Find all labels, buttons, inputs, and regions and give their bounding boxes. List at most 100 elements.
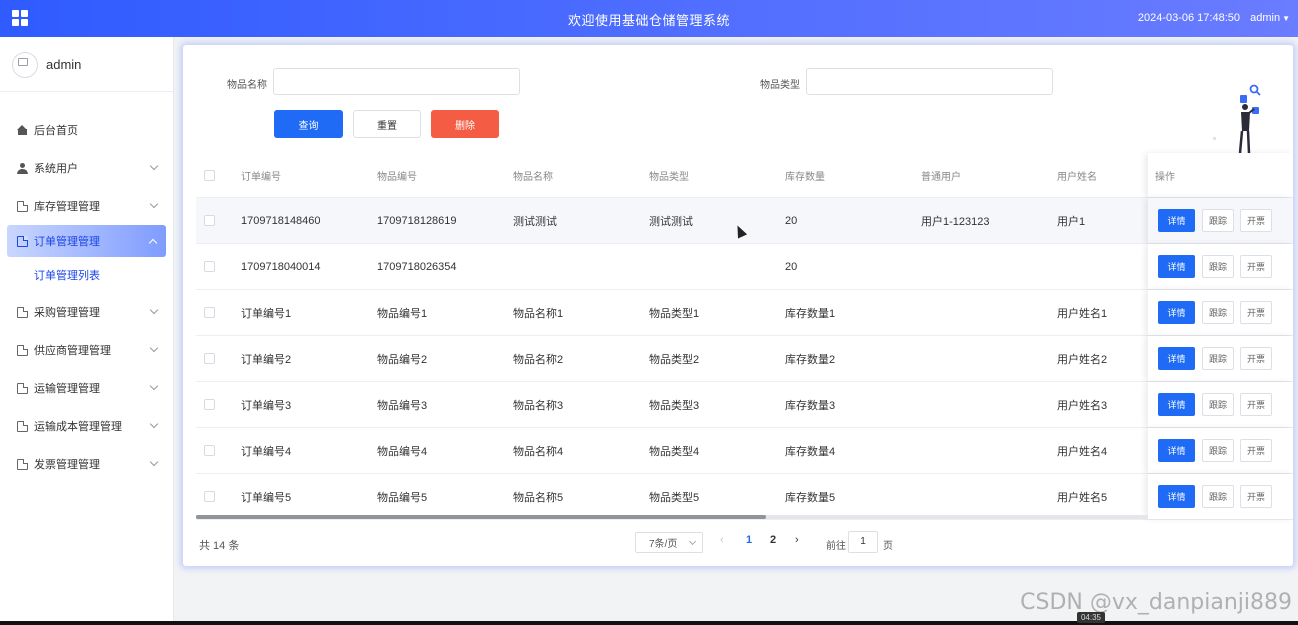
sidebar-item-transport-cost[interactable]: 运输成本管理管理 [0, 407, 173, 445]
sidebar-item-inventory[interactable]: 库存管理管理 [0, 187, 173, 225]
document-icon [17, 382, 28, 394]
cell-regular-user: 用户1-123123 [921, 215, 990, 228]
row-checkbox[interactable] [204, 261, 215, 272]
detail-button[interactable]: 详情 [1158, 485, 1195, 508]
page-size-select[interactable]: 7条/页 [635, 532, 703, 553]
cell-item-type: 测试测试 [649, 215, 693, 228]
chevron-down-icon [149, 199, 159, 209]
sidebar-username: admin [46, 57, 82, 72]
chevron-down-icon [149, 161, 159, 171]
cell-order-no: 1709718148460 [241, 214, 321, 227]
chevron-down-icon [149, 381, 159, 391]
document-icon [17, 420, 28, 432]
table-row[interactable]: 1709718040014 1709718026354 20 详情 跟踪 开票 [196, 244, 1293, 290]
sidebar-item-orders[interactable]: 订单管理管理 [7, 225, 166, 257]
sidebar-item-suppliers[interactable]: 供应商管理管理 [0, 331, 173, 369]
col-header-order-no: 订单编号 [241, 171, 281, 183]
track-button[interactable]: 跟踪 [1202, 485, 1234, 508]
chevron-down-icon [149, 305, 159, 315]
cell-item-name: 物品名称1 [513, 307, 564, 320]
table-row[interactable]: 订单编号5 物品编号5 物品名称5 物品类型5 库存数量5 用户姓名5 详情 跟踪 开票 [196, 474, 1293, 520]
chevron-down-icon [688, 537, 697, 546]
page-2-button[interactable]: 2 [770, 534, 776, 546]
next-page-button[interactable]: › [795, 534, 799, 546]
invoice-button[interactable]: 开票 [1240, 347, 1272, 370]
row-checkbox[interactable] [204, 215, 215, 226]
sidebar-item-label: 发票管理管理 [34, 459, 100, 471]
sidebar-item-label: 系统用户 [34, 163, 78, 175]
select-all-checkbox[interactable] [204, 169, 215, 181]
invoice-button[interactable]: 开票 [1240, 255, 1272, 278]
cell-item-no: 物品编号3 [377, 399, 428, 412]
row-checkbox[interactable] [204, 353, 215, 364]
cell-user-name: 用户姓名3 [1057, 399, 1108, 412]
cell-item-no: 物品编号2 [377, 353, 428, 366]
table-row[interactable]: 订单编号1 物品编号1 物品名称1 物品类型1 库存数量1 用户姓名1 详情 跟踪 开票 [196, 290, 1293, 336]
track-button[interactable]: 跟踪 [1202, 393, 1234, 416]
track-button[interactable]: 跟踪 [1202, 347, 1234, 370]
cell-item-no: 1709718128619 [377, 214, 457, 227]
query-button[interactable]: 查询 [274, 110, 343, 138]
sidebar-item-home[interactable]: 后台首页 [0, 111, 173, 149]
reset-button[interactable]: 重置 [353, 110, 421, 138]
track-button[interactable]: 跟踪 [1202, 439, 1234, 462]
sidebar-item-transport[interactable]: 运输管理管理 [0, 369, 173, 407]
table-row[interactable]: 1709718148460 1709718128619 测试测试 测试测试 20 用户1-… [196, 198, 1293, 244]
invoice-button[interactable]: 开票 [1240, 439, 1272, 462]
track-button[interactable]: 跟踪 [1202, 301, 1234, 324]
col-header-item-type: 物品类型 [649, 171, 689, 183]
sidebar-item-purchasing[interactable]: 采购管理管理 [0, 293, 173, 331]
delete-button[interactable]: 删除 [431, 110, 499, 138]
watermark: CSDN @vx_danpianji889 [1020, 590, 1292, 615]
cell-item-type: 物品类型1 [649, 307, 700, 320]
scrollbar-thumb[interactable] [196, 515, 766, 519]
table-row[interactable]: 订单编号3 物品编号3 物品名称3 物品类型3 库存数量3 用户姓名3 详情 跟踪 开票 [196, 382, 1293, 428]
row-checkbox[interactable] [204, 445, 215, 456]
cell-user-name: 用户姓名4 [1057, 445, 1108, 458]
invoice-button[interactable]: 开票 [1240, 393, 1272, 416]
detail-button[interactable]: 详情 [1158, 209, 1195, 232]
invoice-button[interactable]: 开票 [1240, 485, 1272, 508]
item-type-input[interactable] [806, 68, 1053, 95]
track-button[interactable]: 跟踪 [1202, 209, 1234, 232]
row-checkbox[interactable] [204, 399, 215, 410]
cell-user-name: 用户姓名2 [1057, 353, 1108, 366]
page-1-button[interactable]: 1 [746, 534, 752, 546]
sidebar-subitem-order-list[interactable]: 订单管理列表 [0, 257, 173, 293]
sidebar-item-invoices[interactable]: 发票管理管理 [0, 445, 173, 483]
cell-item-name: 测试测试 [513, 215, 557, 228]
cell-item-type: 物品类型2 [649, 353, 700, 366]
cell-order-no: 订单编号2 [241, 353, 292, 366]
document-icon [17, 200, 28, 212]
detail-button[interactable]: 详情 [1158, 347, 1195, 370]
row-checkbox[interactable] [204, 491, 215, 502]
table-row[interactable]: 订单编号2 物品编号2 物品名称2 物品类型2 库存数量2 用户姓名2 详情 跟踪 开票 [196, 336, 1293, 382]
cell-stock-qty: 20 [785, 260, 798, 273]
search-illustration-icon [1207, 84, 1285, 156]
item-name-input[interactable] [273, 68, 520, 95]
cell-stock-qty: 库存数量1 [785, 307, 836, 320]
detail-button[interactable]: 详情 [1158, 301, 1195, 324]
detail-button[interactable]: 详情 [1158, 393, 1195, 416]
detail-button[interactable]: 详情 [1158, 439, 1195, 462]
table-row[interactable]: 订单编号4 物品编号4 物品名称4 物品类型4 库存数量4 用户姓名4 详情 跟踪 开票 [196, 428, 1293, 474]
horizontal-scrollbar[interactable] [196, 515, 1148, 519]
row-actions: 详情 跟踪 开票 [1148, 244, 1293, 289]
sidebar-item-system-users[interactable]: 系统用户 [0, 149, 173, 187]
cell-order-no: 订单编号4 [241, 445, 292, 458]
invoice-button[interactable]: 开票 [1240, 209, 1272, 232]
cell-stock-qty: 库存数量5 [785, 491, 836, 504]
invoice-button[interactable]: 开票 [1240, 301, 1272, 324]
chevron-down-icon: ▼ [1282, 14, 1290, 23]
cell-item-name: 物品名称3 [513, 399, 564, 412]
goto-page-input[interactable]: 1 [848, 531, 878, 553]
cell-item-no: 物品编号1 [377, 307, 428, 320]
document-icon [17, 306, 28, 318]
row-checkbox[interactable] [204, 307, 215, 318]
user-menu[interactable]: admin ▼ [1250, 12, 1290, 24]
prev-page-button[interactable]: ‹ [720, 534, 724, 546]
detail-button[interactable]: 详情 [1158, 255, 1195, 278]
track-button[interactable]: 跟踪 [1202, 255, 1234, 278]
header-datetime: 2024-03-06 17:48:50 [1137, 12, 1240, 24]
cell-stock-qty: 库存数量2 [785, 353, 836, 366]
